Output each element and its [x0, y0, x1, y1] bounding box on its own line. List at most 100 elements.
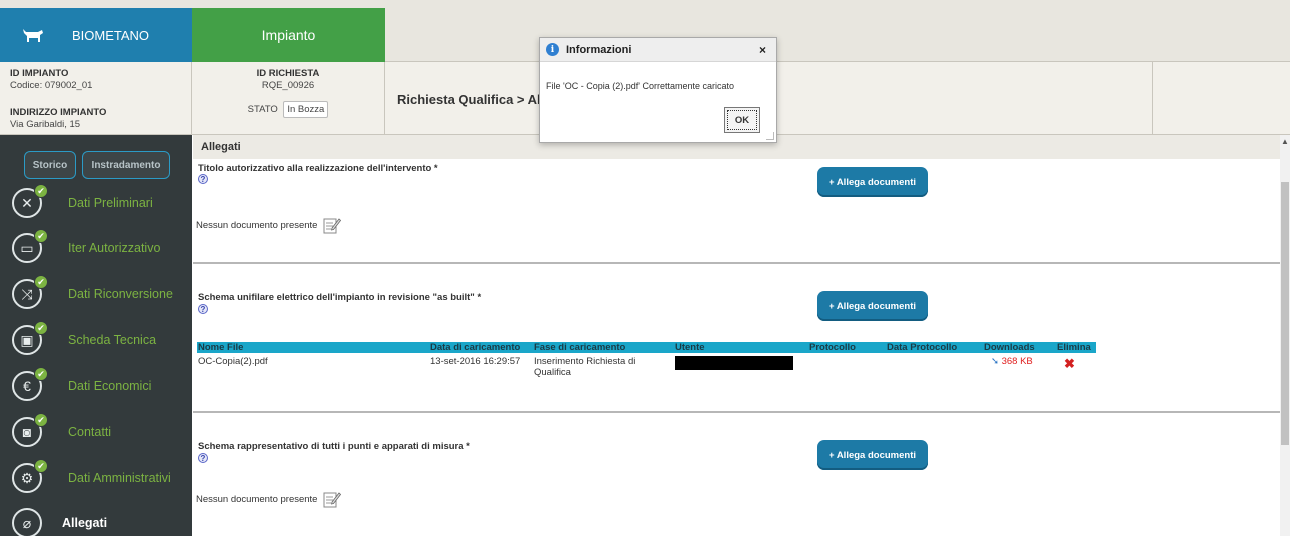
sidebar-item-dati-preliminari[interactable]: ✕ ✔ Dati Preliminari: [12, 184, 187, 221]
settings-icon: ⚙ ✔: [12, 459, 48, 493]
no-documents-message: Nessun documento presente: [196, 490, 342, 508]
column-header: Nome File: [197, 342, 429, 353]
breadcrumb: Richiesta Qualifica > Al: [397, 92, 541, 107]
documents-table: Nome File Data di caricamento Fase di ca…: [197, 342, 1096, 378]
paperclip-icon: ⌀: [12, 508, 42, 536]
sidebar-item-label: Iter Autorizzativo: [68, 241, 161, 255]
user-cell: [674, 353, 808, 378]
calendar-icon: ▭ ✔: [12, 229, 48, 263]
codice-value: Codice: 079002_01: [10, 80, 93, 91]
brand-label: BIOMETANO: [72, 27, 150, 43]
attachment-section: Schema rappresentativo di tutti i punti …: [193, 413, 1280, 536]
column-header: Data di caricamento: [429, 342, 533, 353]
attachment-section: Titolo autorizzativo alla realizzazione …: [193, 159, 1280, 264]
help-icon[interactable]: ?: [198, 304, 208, 314]
no-documents-text: Nessun documento presente: [196, 219, 318, 231]
check-icon: ✔: [34, 229, 48, 243]
column-header: Protocollo: [808, 342, 886, 353]
section-label: Schema rappresentativo di tutti i punti …: [198, 441, 470, 452]
no-documents-text: Nessun documento presente: [196, 493, 318, 505]
edit-note-icon[interactable]: [323, 216, 342, 234]
file-name: OC-Copia(2).pdf: [198, 356, 268, 367]
stato-label: STATO: [247, 104, 278, 115]
wallet-icon: ▣ ✔: [12, 321, 48, 355]
column-header: Data Protocollo: [886, 342, 983, 353]
sidebar-item-label: Scheda Tecnica: [68, 333, 157, 347]
resize-grip[interactable]: [766, 132, 774, 140]
id-impianto-label: ID IMPIANTO: [10, 68, 69, 79]
shuffle-icon: ⤨ ✔: [12, 275, 48, 309]
dialog-title: Informazioni: [566, 43, 632, 56]
euro-icon: € ✔: [12, 367, 48, 401]
richiesta-info: ID RICHIESTA RQE_00926 STATO In Bozza: [192, 62, 385, 135]
impianto-info: ID IMPIANTO Codice: 079002_01 INDIRIZZO …: [0, 62, 192, 135]
upload-date: 13-set-2016 16:29:57: [430, 356, 521, 367]
instradamento-button[interactable]: Instradamento: [82, 151, 170, 179]
no-documents-message: Nessun documento presente: [196, 216, 342, 234]
sidebar-item-dati-economici[interactable]: € ✔ Dati Economici: [12, 367, 187, 404]
sidebar-item-label: Allegati: [62, 516, 108, 530]
scrollbar-thumb[interactable]: [1281, 182, 1289, 445]
section-label: Titolo autorizzativo alla realizzazione …: [198, 163, 438, 174]
sidebar-item-scheda-tecnica[interactable]: ▣ ✔ Scheda Tecnica: [12, 321, 187, 358]
sidebar-item-label: Dati Economici: [68, 379, 152, 393]
redacted-user: [675, 356, 793, 370]
column-header: Utente: [674, 342, 808, 353]
upload-phase: Inserimento Richiesta di Qualifica: [534, 356, 636, 378]
sidebar-item-label: Contatti: [68, 425, 112, 439]
sidebar-item-label: Dati Amministrativi: [68, 471, 171, 485]
sidebar-item-allegati[interactable]: ⌀ Allegati: [12, 505, 187, 536]
column-header: Downloads: [983, 342, 1056, 353]
dialog-message: File 'OC - Copia (2).pdf' Correttamente …: [546, 81, 735, 91]
delete-icon[interactable]: ✖: [1064, 356, 1075, 371]
attachment-section: Schema unifilare elettrico dell'impianto…: [193, 264, 1280, 413]
allega-documenti-button[interactable]: + Allega documenti: [817, 291, 928, 321]
check-icon: ✔: [34, 275, 48, 289]
sidebar-item-dati-riconversione[interactable]: ⤨ ✔ Dati Riconversione: [12, 275, 187, 312]
storico-button[interactable]: Storico: [24, 151, 76, 179]
edit-note-icon[interactable]: [323, 490, 342, 508]
indirizzo-value: Via Garibaldi, 15: [10, 119, 81, 130]
id-richiesta-value: RQE_00926: [261, 80, 315, 91]
tools-icon: ✕ ✔: [12, 184, 48, 218]
main-content: Allegati Titolo autorizzativo alla reali…: [193, 135, 1280, 536]
check-icon: ✔: [34, 321, 48, 335]
check-icon: ✔: [34, 367, 48, 381]
download-icon: ➘: [991, 356, 999, 367]
help-icon[interactable]: ?: [198, 453, 208, 463]
ok-button[interactable]: OK: [724, 107, 760, 133]
tab-impianto[interactable]: Impianto: [192, 8, 385, 62]
cow-icon: [23, 29, 43, 42]
vertical-scrollbar[interactable]: ▲: [1280, 135, 1290, 536]
check-icon: ✔: [34, 459, 48, 473]
brand-tab[interactable]: BIOMETANO: [0, 8, 192, 62]
status-badge: In Bozza: [283, 101, 329, 118]
sidebar-item-contatti[interactable]: ◙ ✔ Contatti: [12, 413, 187, 450]
delete-cell: ✖: [1056, 353, 1096, 378]
table-row: OC-Copia(2).pdf 13-set-2016 16:29:57 Ins…: [197, 353, 1096, 378]
download-size: 368 KB: [1001, 356, 1033, 367]
protocollo-cell: [808, 353, 886, 378]
help-icon[interactable]: ?: [198, 174, 208, 184]
data-protocollo-cell: [886, 353, 983, 378]
sidebar: Storico Instradamento ✕ ✔ Dati Preliminar…: [0, 135, 192, 536]
download-link[interactable]: ➘ 368 KB: [983, 353, 1056, 378]
close-icon[interactable]: ×: [759, 43, 766, 57]
info-icon: i: [546, 43, 559, 56]
contacts-icon: ◙ ✔: [12, 413, 48, 447]
sidebar-item-iter-autorizzativo[interactable]: ▭ ✔ Iter Autorizzativo: [12, 229, 187, 266]
indirizzo-label: INDIRIZZO IMPIANTO: [10, 107, 107, 118]
sidebar-item-dati-amministrativi[interactable]: ⚙ ✔ Dati Amministrativi: [12, 459, 187, 496]
scroll-up-icon[interactable]: ▲: [1281, 137, 1289, 146]
stato: STATO In Bozza: [192, 101, 384, 118]
id-richiesta-label: ID RICHIESTA: [256, 68, 320, 79]
info-dialog: i Informazioni × File 'OC - Copia (2).pd…: [539, 37, 777, 143]
table-header-row: Nome File Data di caricamento Fase di ca…: [197, 342, 1096, 353]
column-header: Fase di caricamento: [533, 342, 674, 353]
allega-documenti-button[interactable]: + Allega documenti: [817, 167, 928, 197]
sidebar-item-label: Dati Preliminari: [68, 196, 153, 210]
sidebar-item-label: Dati Riconversione: [68, 287, 173, 301]
allega-documenti-button[interactable]: + Allega documenti: [817, 440, 928, 470]
section-label: Schema unifilare elettrico dell'impianto…: [198, 292, 482, 303]
empty-cell: [1153, 62, 1290, 135]
